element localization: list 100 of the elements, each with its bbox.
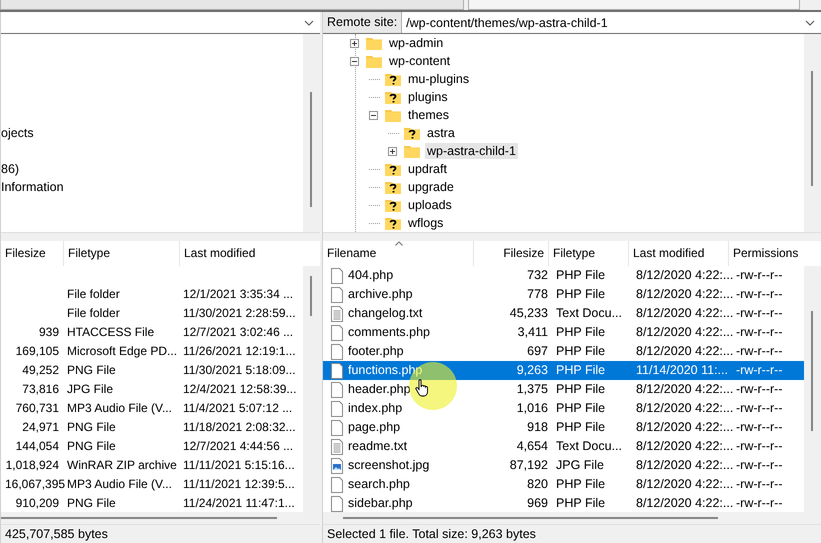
folder-tree-item[interactable]: plugins bbox=[406, 89, 450, 105]
scrollbar[interactable] bbox=[804, 266, 821, 512]
hand-cursor-icon bbox=[415, 379, 429, 397]
file-size: 760,731 bbox=[16, 401, 59, 415]
text-document-icon bbox=[331, 438, 343, 454]
column-header[interactable]: Filetype bbox=[548, 241, 628, 266]
file-row[interactable]: changelog.txt 45,233 Text Docu... 8/12/2020 4:22:... -rw-r--r-- bbox=[323, 304, 804, 323]
folder-icon bbox=[404, 144, 420, 158]
file-type: MP3 Audio File (V... bbox=[67, 401, 172, 415]
file-type: PHP File bbox=[556, 287, 606, 301]
permissions: -rw-r--r-- bbox=[736, 439, 782, 453]
column-header[interactable]: Filetype bbox=[63, 241, 179, 266]
tab[interactable] bbox=[468, 0, 800, 10]
file-row[interactable]: 404.php 732 PHP File 8/12/2020 4:22:... -rw-r--r-- bbox=[323, 266, 804, 285]
permissions: -rw-r--r-- bbox=[736, 458, 782, 472]
file-row[interactable]: archive.php 778 PHP File 8/12/2020 4:22:... -rw-r--r-- bbox=[323, 285, 804, 304]
tab[interactable] bbox=[0, 0, 464, 10]
file-size: 9,263 bbox=[516, 363, 548, 377]
document-icon bbox=[331, 362, 343, 378]
file-name: comments.php bbox=[348, 324, 430, 341]
file-size: 45,233 bbox=[510, 306, 548, 320]
folder-tree-item[interactable]: wp-content bbox=[387, 53, 452, 69]
last-modified: 12/1/2021 3:35:34 ... bbox=[183, 287, 294, 301]
folder-tree-item[interactable]: updraft bbox=[406, 161, 449, 177]
folder-tree-item[interactable]: Information bbox=[1, 178, 64, 196]
folder-tree-item[interactable]: mu-plugins bbox=[406, 71, 472, 87]
document-icon bbox=[331, 382, 343, 398]
file-size: 49,252 bbox=[22, 363, 59, 377]
scrollbar[interactable] bbox=[804, 34, 821, 232]
last-modified: 8/12/2020 4:22:... bbox=[636, 401, 734, 415]
file-name: archive.php bbox=[348, 286, 413, 303]
column-header[interactable]: Last modified bbox=[628, 241, 728, 266]
file-type: PHP File bbox=[556, 344, 606, 358]
permissions: -rw-r--r-- bbox=[736, 287, 782, 301]
file-size: 939 bbox=[38, 325, 59, 339]
column-header[interactable]: Filename bbox=[323, 241, 473, 266]
folder-icon bbox=[385, 108, 401, 122]
collapse-icon[interactable] bbox=[369, 110, 378, 120]
expand-icon[interactable] bbox=[388, 146, 397, 156]
folder-tree-item[interactable]: ojects bbox=[1, 124, 34, 142]
folder-tree-item[interactable]: 86) bbox=[1, 160, 20, 178]
file-row[interactable]: footer.php 697 PHP File 8/12/2020 4:22:... -rw-r--r-- bbox=[323, 342, 804, 361]
file-name: readme.txt bbox=[348, 438, 408, 455]
status-text: 425,707,585 bytes bbox=[5, 527, 108, 541]
document-icon bbox=[331, 476, 343, 492]
file-row[interactable]: sidebar.php 969 PHP File 8/12/2020 4:22:... -rw-r--r-- bbox=[323, 494, 804, 512]
collapse-icon[interactable] bbox=[350, 56, 359, 66]
file-size: 697 bbox=[527, 344, 548, 358]
status-text: Selected 1 file. Total size: 9,263 bytes bbox=[327, 527, 536, 541]
file-size: 732 bbox=[527, 268, 548, 282]
file-type: PNG File bbox=[67, 420, 116, 434]
column-header[interactable]: Filesize bbox=[1, 241, 63, 266]
unknown-folder-icon bbox=[385, 72, 401, 86]
document-icon bbox=[331, 268, 343, 284]
last-modified: 11/11/2021 12:39:5... bbox=[183, 477, 295, 491]
file-type: PHP File bbox=[556, 401, 606, 415]
image-file-icon bbox=[331, 458, 343, 474]
document-icon bbox=[331, 286, 343, 302]
file-type: PHP File bbox=[556, 382, 606, 396]
file-row[interactable]: page.php 918 PHP File 8/12/2020 4:22:... -rw-r--r-- bbox=[323, 418, 804, 437]
folder-tree-item[interactable]: themes bbox=[406, 107, 451, 123]
file-row[interactable]: comments.php 3,411 PHP File 8/12/2020 4:22:... -rw-r--r-- bbox=[323, 323, 804, 342]
file-type: Text Docu... bbox=[556, 306, 622, 320]
column-header[interactable]: Filesize bbox=[473, 241, 548, 266]
last-modified: 11/4/2021 5:07:12 ... bbox=[183, 401, 292, 415]
file-size: 144,054 bbox=[16, 439, 59, 453]
file-type: Text Docu... bbox=[556, 439, 622, 453]
last-modified: 11/14/2020 11:... bbox=[636, 363, 728, 377]
file-row[interactable]: screenshot.jpg 87,192 JPG File 8/12/2020 4:22:... -rw-r--r-- bbox=[323, 456, 804, 475]
unknown-folder-icon bbox=[385, 162, 401, 176]
folder-icon bbox=[366, 54, 382, 68]
scrollbar[interactable] bbox=[303, 34, 320, 232]
file-row[interactable]: index.php 1,016 PHP File 8/12/2020 4:22:... -rw-r--r-- bbox=[323, 399, 804, 418]
folder-tree-item[interactable]: astra bbox=[425, 125, 457, 141]
file-type: JPG File bbox=[556, 458, 604, 472]
scrollbar[interactable] bbox=[303, 266, 320, 512]
permissions: -rw-r--r-- bbox=[736, 325, 782, 339]
unknown-folder-icon bbox=[385, 198, 401, 212]
folder-tree-item[interactable]: wp-astra-child-1 bbox=[425, 143, 518, 159]
last-modified: 8/12/2020 4:22:... bbox=[636, 477, 734, 491]
caret-icon bbox=[304, 20, 314, 26]
last-modified: 11/11/2021 5:15:16... bbox=[183, 458, 295, 472]
file-row[interactable]: readme.txt 4,654 Text Docu... 8/12/2020 4:22:... -rw-r--r-- bbox=[323, 437, 804, 456]
file-size: 778 bbox=[527, 287, 548, 301]
file-size: 918 bbox=[527, 420, 548, 434]
folder-tree-item[interactable]: wp-admin bbox=[387, 35, 446, 51]
file-type: PNG File bbox=[67, 439, 116, 453]
folder-tree-item[interactable]: wflogs bbox=[406, 215, 446, 231]
file-type: PHP File bbox=[556, 363, 606, 377]
last-modified: 8/12/2020 4:22:... bbox=[636, 439, 734, 453]
file-row[interactable]: search.php 820 PHP File 8/12/2020 4:22:... -rw-r--r-- bbox=[323, 475, 804, 494]
expand-icon[interactable] bbox=[350, 38, 359, 48]
file-name: page.php bbox=[348, 419, 400, 436]
file-size: 910,209 bbox=[16, 496, 59, 510]
file-row[interactable]: header.php 1,375 PHP File 8/12/2020 4:22:... -rw-r--r-- bbox=[323, 380, 804, 399]
folder-tree-item[interactable]: upgrade bbox=[406, 179, 456, 195]
permissions: -rw-r--r-- bbox=[736, 363, 782, 377]
folder-tree-item[interactable]: uploads bbox=[406, 197, 454, 213]
column-header[interactable]: Last modified bbox=[179, 241, 304, 266]
permissions: -rw-r--r-- bbox=[736, 382, 782, 396]
